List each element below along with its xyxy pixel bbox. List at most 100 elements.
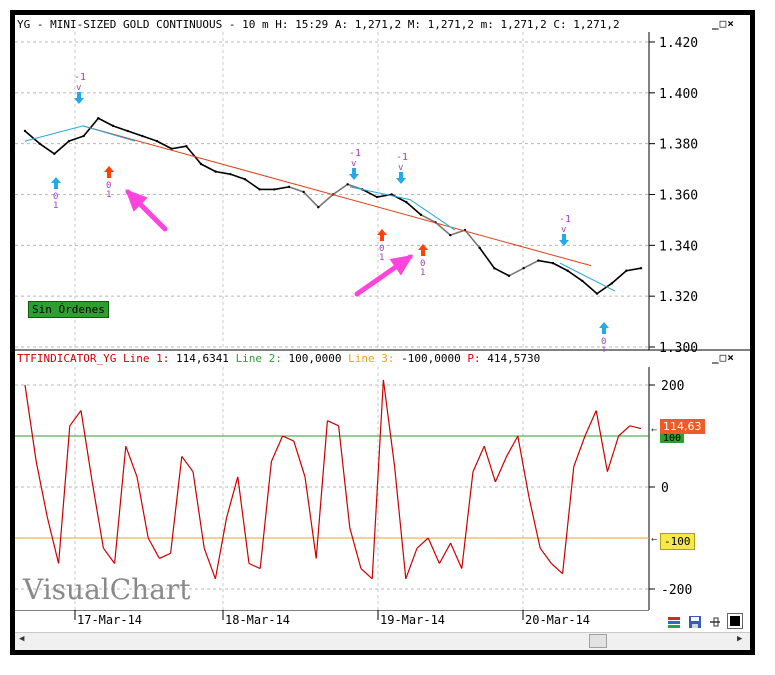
price-point <box>302 190 305 194</box>
down-signal-label: -1 <box>74 72 86 83</box>
price-point <box>214 170 217 173</box>
level-minus100-tag-text: -100 <box>664 535 691 548</box>
save-icon[interactable] <box>688 614 702 628</box>
x-tick-label: 19-Mar-14 <box>380 613 445 627</box>
price-y-tick-label: 1.400 <box>659 87 698 102</box>
down-signal-label: -1 <box>396 152 408 163</box>
level-pointer: ← <box>651 534 657 545</box>
orders-badge: Sin Órdenes <box>28 301 109 318</box>
indicator-segment <box>584 410 597 437</box>
indicator-y-tick-label: -200 <box>661 583 692 598</box>
up-signal-tail: 1 <box>420 268 425 278</box>
price-point <box>38 142 41 145</box>
indicator-y-tick-label: 0 <box>661 481 669 496</box>
palette-icon[interactable] <box>667 614 681 628</box>
indicator-segment <box>427 537 440 564</box>
price-point <box>375 195 379 199</box>
indicator-pane-controls-text[interactable]: _□× <box>712 351 735 364</box>
price-y-tick-label: 1.320 <box>659 290 698 305</box>
price-y-tick-label: 1.340 <box>659 239 698 254</box>
indicator-segment <box>214 517 228 579</box>
indicator-segment <box>606 435 620 472</box>
indicator-segment <box>394 466 407 579</box>
price-point <box>287 185 291 189</box>
indicator-segment <box>550 563 564 575</box>
indicator-segment <box>80 410 93 482</box>
line3-label: Line 3: <box>348 352 395 365</box>
scrollbar-thumb[interactable] <box>589 634 607 648</box>
orders-badge-text: Sin Órdenes <box>32 303 105 316</box>
indicator-chart: 200 0 -200 ← ← VisualChart <box>15 367 692 610</box>
scroll-right-icon[interactable]: ▶ <box>737 634 742 644</box>
x-tick-label: 20-Mar-14 <box>525 613 590 627</box>
indicator-segment <box>147 537 160 559</box>
x-tick-label: 17-Mar-14 <box>77 613 142 627</box>
indicator-segment <box>125 445 138 478</box>
level-100-tag: 100 <box>660 434 685 443</box>
down-signal-tail: v <box>76 83 81 93</box>
level-minus100-tag: -100 <box>660 533 695 550</box>
price-point <box>126 129 129 133</box>
indicator-segment <box>472 445 485 472</box>
price-point <box>199 162 203 166</box>
indicator-segment <box>102 547 116 564</box>
price-point <box>111 124 115 128</box>
indicator-segment <box>192 471 205 549</box>
price-pane-title: YG - MINI-SIZED GOLD CONTINUOUS - 10 m H… <box>17 17 717 32</box>
scroll-left-icon[interactable]: ◀ <box>19 634 24 644</box>
price-point <box>141 134 144 138</box>
up-signal-tail: 1 <box>53 201 58 211</box>
indicator-segment <box>259 461 272 569</box>
indicator-segment <box>24 384 37 462</box>
price-y-tick-label: 1.380 <box>659 138 698 153</box>
level-100-tag-text: 100 <box>663 434 682 443</box>
p-label: P: <box>467 352 481 365</box>
indicator-pane-title: TTFINDICATOR_YG Line 1: 114,6341 Line 2:… <box>17 351 717 366</box>
price-point <box>478 246 481 250</box>
visualchart-watermark: VisualChart <box>22 573 191 606</box>
color-swatch-icon[interactable] <box>727 613 743 629</box>
price-point <box>258 188 261 191</box>
indicator-segment <box>360 568 373 580</box>
price-point <box>639 267 643 270</box>
indicator-segment <box>270 435 284 462</box>
price-point <box>493 267 496 270</box>
indicator-segment <box>237 476 250 564</box>
price-y-tick-label: 1.360 <box>659 189 698 204</box>
indicator-segment <box>483 446 496 483</box>
pin-icon[interactable] <box>708 614 722 628</box>
price-point <box>229 172 232 176</box>
price-pane-window-controls[interactable]: _□× <box>712 17 735 30</box>
indicator-pane-window-controls[interactable]: _□× <box>712 351 735 364</box>
price-y-tick-label: 1.420 <box>659 36 698 51</box>
line2-label: Line 2: <box>235 352 282 365</box>
up-signal-tail: 1 <box>106 190 111 200</box>
indicator-segment <box>226 476 239 518</box>
down-signal-tail: v <box>561 225 566 235</box>
indicator-segment <box>248 562 261 570</box>
indicator-segment <box>170 456 183 554</box>
indicator-segment <box>562 466 575 574</box>
price-point <box>581 279 584 283</box>
indicator-name: TTFINDICATOR_YG <box>17 352 117 365</box>
indicator-segment <box>304 476 317 559</box>
indicator-segment <box>539 547 552 564</box>
price-point <box>507 274 511 278</box>
price-point <box>67 139 71 143</box>
price-point <box>551 261 555 265</box>
indicator-segment <box>114 446 127 564</box>
line1-label: Line 1: <box>122 352 170 365</box>
indicator-segment <box>136 476 149 539</box>
down-signal-label: -1 <box>559 214 571 225</box>
indicator-segment <box>181 456 194 473</box>
indicator-segment <box>58 425 71 564</box>
line3-value: -100,0000 <box>401 352 461 365</box>
current-value-pointer: ← <box>651 425 657 436</box>
price-point <box>317 206 320 209</box>
x-tick-label: 18-Mar-14 <box>225 613 290 627</box>
indicator-segment <box>293 440 306 477</box>
down-signal-label: -1 <box>349 148 361 159</box>
price-pane-controls-text[interactable]: _□× <box>712 17 735 30</box>
price-title-text: YG - MINI-SIZED GOLD CONTINUOUS - 10 m H… <box>17 18 620 31</box>
horizontal-scrollbar[interactable]: ◀ ▶ <box>15 632 750 650</box>
